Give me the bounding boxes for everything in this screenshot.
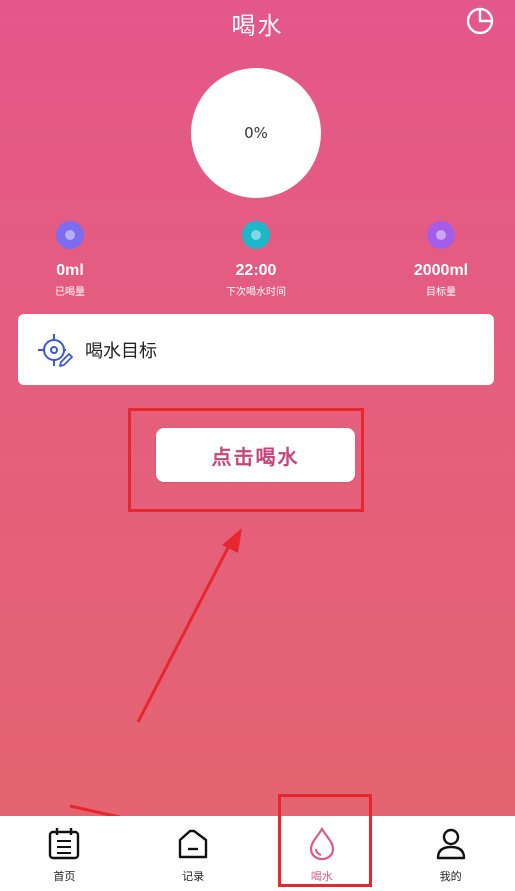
target-dot-icon xyxy=(427,221,455,249)
stat-next-time: 22:00 下次喝水时间 xyxy=(186,221,326,298)
pie-chart-icon xyxy=(466,7,494,35)
nav-item-mine[interactable]: 我的 xyxy=(386,816,515,891)
drink-tab-highlight xyxy=(278,794,372,887)
target-edit-icon xyxy=(38,333,73,367)
calendar-icon xyxy=(49,828,80,860)
drink-water-button[interactable]: 点击喝水 xyxy=(156,428,355,482)
stat-drunk-value: 0ml xyxy=(56,262,84,279)
stat-target-value: 2000ml xyxy=(413,262,469,279)
nav-label-mine: 我的 xyxy=(439,870,462,883)
statistics-button[interactable] xyxy=(465,6,495,36)
nav-label-home: 首页 xyxy=(53,870,76,883)
drink-goal-label: 喝水目标 xyxy=(85,340,157,362)
stat-drunk-label: 已喝量 xyxy=(55,287,85,298)
stat-next-time-label: 下次喝水时间 xyxy=(226,287,286,298)
nav-label-record: 记录 xyxy=(182,870,205,883)
record-icon xyxy=(178,829,208,859)
nav-item-home[interactable]: 首页 xyxy=(0,816,129,891)
page-title: 喝水 xyxy=(231,12,284,40)
drink-goal-card[interactable]: 喝水目标 xyxy=(18,314,494,385)
stat-target: 2000ml 目标量 xyxy=(371,221,511,298)
next-time-dot-icon xyxy=(242,221,270,249)
bottom-nav: 首页 记录 喝水 我的 xyxy=(0,816,515,891)
arrow-to-button-head xyxy=(222,528,242,553)
nav-item-record[interactable]: 记录 xyxy=(129,816,258,891)
arrow-to-button xyxy=(136,539,234,723)
drunk-dot-icon xyxy=(56,221,84,249)
user-icon xyxy=(436,828,465,860)
stat-target-label: 目标量 xyxy=(426,287,456,298)
stat-drunk: 0ml 已喝量 xyxy=(0,221,140,298)
stat-next-time-value: 22:00 xyxy=(235,262,277,279)
progress-circle: 0% xyxy=(191,68,321,198)
drink-water-screen: 喝水 0% 0ml 已喝量 22:00 下次喝水时间 2000ml 目标量 喝水… xyxy=(0,0,515,891)
progress-percent: 0% xyxy=(244,124,268,142)
